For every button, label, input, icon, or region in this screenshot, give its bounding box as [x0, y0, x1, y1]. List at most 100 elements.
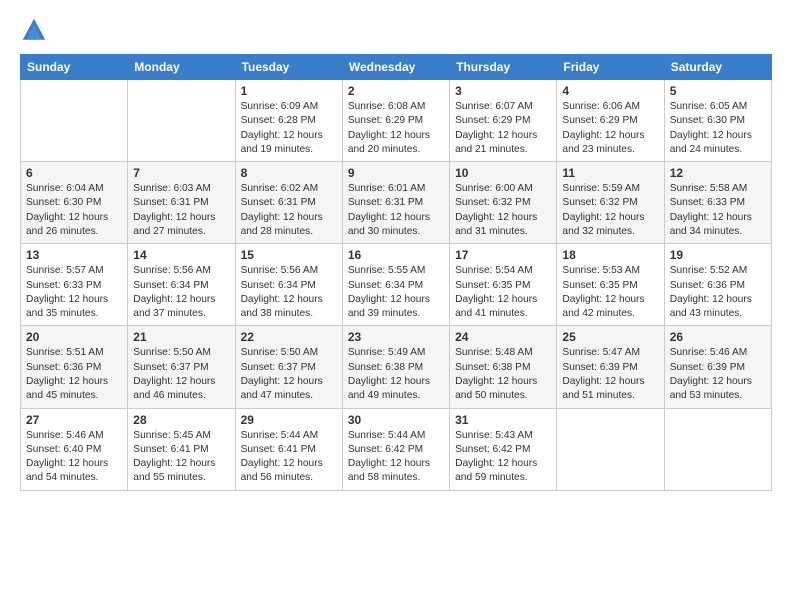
header [20, 16, 772, 44]
day-number: 10 [455, 166, 551, 180]
calendar-cell: 16 Sunrise: 5:55 AM Sunset: 6:34 PM Dayli… [342, 244, 449, 326]
day-info: Sunrise: 5:53 AM Sunset: 6:35 PM Dayligh… [562, 264, 658, 321]
calendar-cell: 18 Sunrise: 5:53 AM Sunset: 6:35 PM Dayli… [557, 244, 664, 326]
calendar-cell: 19 Sunrise: 5:52 AM Sunset: 6:36 PM Dayli… [664, 244, 771, 326]
day-number: 26 [670, 330, 766, 344]
day-number: 2 [348, 84, 444, 98]
day-number: 9 [348, 166, 444, 180]
day-info: Sunrise: 5:50 AM Sunset: 6:37 PM Dayligh… [241, 346, 337, 403]
day-info: Sunrise: 5:48 AM Sunset: 6:38 PM Dayligh… [455, 346, 551, 403]
day-info: Sunrise: 5:44 AM Sunset: 6:41 PM Dayligh… [241, 429, 337, 486]
day-info: Sunrise: 5:50 AM Sunset: 6:37 PM Dayligh… [133, 346, 229, 403]
calendar-cell: 31 Sunrise: 5:43 AM Sunset: 6:42 PM Dayli… [450, 408, 557, 490]
calendar-cell: 3Sunrise: 6:07 AM Sunset: 6:29 PM Daylig… [450, 80, 557, 162]
day-info: Sunrise: 5:51 AM Sunset: 6:36 PM Dayligh… [26, 346, 122, 403]
day-number: 24 [455, 330, 551, 344]
logo [20, 16, 52, 44]
calendar-cell: 5 Sunrise: 6:05 AM Sunset: 6:30 PM Daylig… [664, 80, 771, 162]
day-number: 30 [348, 413, 444, 427]
calendar-cell: 6Sunrise: 6:04 AM Sunset: 6:30 PM Daylig… [21, 162, 128, 244]
day-number: 20 [26, 330, 122, 344]
day-info: Sunrise: 5:59 AM Sunset: 6:32 PM Dayligh… [562, 182, 658, 239]
day-info: Sunrise: 5:43 AM Sunset: 6:42 PM Dayligh… [455, 429, 551, 486]
day-number: 21 [133, 330, 229, 344]
calendar-cell: 13 Sunrise: 5:57 AM Sunset: 6:33 PM Dayli… [21, 244, 128, 326]
day-number: 8 [241, 166, 337, 180]
day-info: Sunrise: 5:46 AM Sunset: 6:40 PM Dayligh… [26, 429, 122, 486]
day-header: Saturday [664, 55, 771, 80]
calendar-cell: 15Sunrise: 5:56 AM Sunset: 6:34 PM Dayli… [235, 244, 342, 326]
calendar-cell: 29 Sunrise: 5:44 AM Sunset: 6:41 PM Dayli… [235, 408, 342, 490]
day-number: 5 [670, 84, 766, 98]
calendar-cell: 20 Sunrise: 5:51 AM Sunset: 6:36 PM Dayli… [21, 326, 128, 408]
day-header: Thursday [450, 55, 557, 80]
day-number: 16 [348, 248, 444, 262]
day-number: 29 [241, 413, 337, 427]
day-number: 14 [133, 248, 229, 262]
calendar-cell: 28 Sunrise: 5:45 AM Sunset: 6:41 PM Dayli… [128, 408, 235, 490]
day-info: Sunrise: 6:00 AM Sunset: 6:32 PM Dayligh… [455, 182, 551, 239]
day-number: 19 [670, 248, 766, 262]
day-info: Sunrise: 6:02 AM Sunset: 6:31 PM Dayligh… [241, 182, 337, 239]
day-header: Tuesday [235, 55, 342, 80]
day-number: 13 [26, 248, 122, 262]
page: SundayMondayTuesdayWednesdayThursdayFrid… [0, 0, 792, 612]
day-number: 18 [562, 248, 658, 262]
day-info: Sunrise: 5:55 AM Sunset: 6:34 PM Dayligh… [348, 264, 444, 321]
week-row: 20 Sunrise: 5:51 AM Sunset: 6:36 PM Dayli… [21, 326, 772, 408]
day-number: 11 [562, 166, 658, 180]
calendar-cell: 27 Sunrise: 5:46 AM Sunset: 6:40 PM Dayli… [21, 408, 128, 490]
week-row: 27 Sunrise: 5:46 AM Sunset: 6:40 PM Dayli… [21, 408, 772, 490]
day-number: 28 [133, 413, 229, 427]
day-number: 4 [562, 84, 658, 98]
day-number: 31 [455, 413, 551, 427]
calendar-cell: 21 Sunrise: 5:50 AM Sunset: 6:37 PM Dayli… [128, 326, 235, 408]
day-info: Sunrise: 5:44 AM Sunset: 6:42 PM Dayligh… [348, 429, 444, 486]
calendar-cell: 30 Sunrise: 5:44 AM Sunset: 6:42 PM Dayli… [342, 408, 449, 490]
day-info: Sunrise: 5:57 AM Sunset: 6:33 PM Dayligh… [26, 264, 122, 321]
day-number: 25 [562, 330, 658, 344]
calendar-cell: 4Sunrise: 6:06 AM Sunset: 6:29 PM Daylig… [557, 80, 664, 162]
calendar-cell: 9 Sunrise: 6:01 AM Sunset: 6:31 PM Daylig… [342, 162, 449, 244]
day-number: 27 [26, 413, 122, 427]
day-number: 12 [670, 166, 766, 180]
calendar-cell: 25 Sunrise: 5:47 AM Sunset: 6:39 PM Dayli… [557, 326, 664, 408]
day-info: Sunrise: 5:49 AM Sunset: 6:38 PM Dayligh… [348, 346, 444, 403]
week-row: 1Sunrise: 6:09 AM Sunset: 6:28 PM Daylig… [21, 80, 772, 162]
calendar-cell: 26 Sunrise: 5:46 AM Sunset: 6:39 PM Dayli… [664, 326, 771, 408]
calendar-cell: 24 Sunrise: 5:48 AM Sunset: 6:38 PM Dayli… [450, 326, 557, 408]
calendar-cell: 10 Sunrise: 6:00 AM Sunset: 6:32 PM Dayli… [450, 162, 557, 244]
day-info: Sunrise: 6:08 AM Sunset: 6:29 PM Dayligh… [348, 100, 444, 157]
day-info: Sunrise: 6:01 AM Sunset: 6:31 PM Dayligh… [348, 182, 444, 239]
day-info: Sunrise: 6:05 AM Sunset: 6:30 PM Dayligh… [670, 100, 766, 157]
calendar-cell: 1Sunrise: 6:09 AM Sunset: 6:28 PM Daylig… [235, 80, 342, 162]
day-info: Sunrise: 6:03 AM Sunset: 6:31 PM Dayligh… [133, 182, 229, 239]
day-info: Sunrise: 6:04 AM Sunset: 6:30 PM Dayligh… [26, 182, 122, 239]
day-info: Sunrise: 5:52 AM Sunset: 6:36 PM Dayligh… [670, 264, 766, 321]
calendar-cell: 7 Sunrise: 6:03 AM Sunset: 6:31 PM Daylig… [128, 162, 235, 244]
day-number: 23 [348, 330, 444, 344]
day-number: 7 [133, 166, 229, 180]
day-info: Sunrise: 5:47 AM Sunset: 6:39 PM Dayligh… [562, 346, 658, 403]
day-info: Sunrise: 5:56 AM Sunset: 6:34 PM Dayligh… [133, 264, 229, 321]
calendar-cell: 14 Sunrise: 5:56 AM Sunset: 6:34 PM Dayli… [128, 244, 235, 326]
day-info: Sunrise: 5:56 AM Sunset: 6:34 PM Dayligh… [241, 264, 337, 321]
day-header: Wednesday [342, 55, 449, 80]
calendar-cell [664, 408, 771, 490]
day-info: Sunrise: 5:58 AM Sunset: 6:33 PM Dayligh… [670, 182, 766, 239]
day-info: Sunrise: 5:46 AM Sunset: 6:39 PM Dayligh… [670, 346, 766, 403]
calendar-cell: 8 Sunrise: 6:02 AM Sunset: 6:31 PM Daylig… [235, 162, 342, 244]
day-number: 17 [455, 248, 551, 262]
week-row: 6Sunrise: 6:04 AM Sunset: 6:30 PM Daylig… [21, 162, 772, 244]
calendar-cell [21, 80, 128, 162]
calendar-cell [557, 408, 664, 490]
day-headers-row: SundayMondayTuesdayWednesdayThursdayFrid… [21, 55, 772, 80]
day-info: Sunrise: 6:09 AM Sunset: 6:28 PM Dayligh… [241, 100, 337, 157]
day-info: Sunrise: 5:45 AM Sunset: 6:41 PM Dayligh… [133, 429, 229, 486]
day-number: 22 [241, 330, 337, 344]
logo-icon [20, 16, 48, 44]
calendar-cell: 17Sunrise: 5:54 AM Sunset: 6:35 PM Dayli… [450, 244, 557, 326]
week-row: 13 Sunrise: 5:57 AM Sunset: 6:33 PM Dayli… [21, 244, 772, 326]
day-number: 3 [455, 84, 551, 98]
day-header: Friday [557, 55, 664, 80]
